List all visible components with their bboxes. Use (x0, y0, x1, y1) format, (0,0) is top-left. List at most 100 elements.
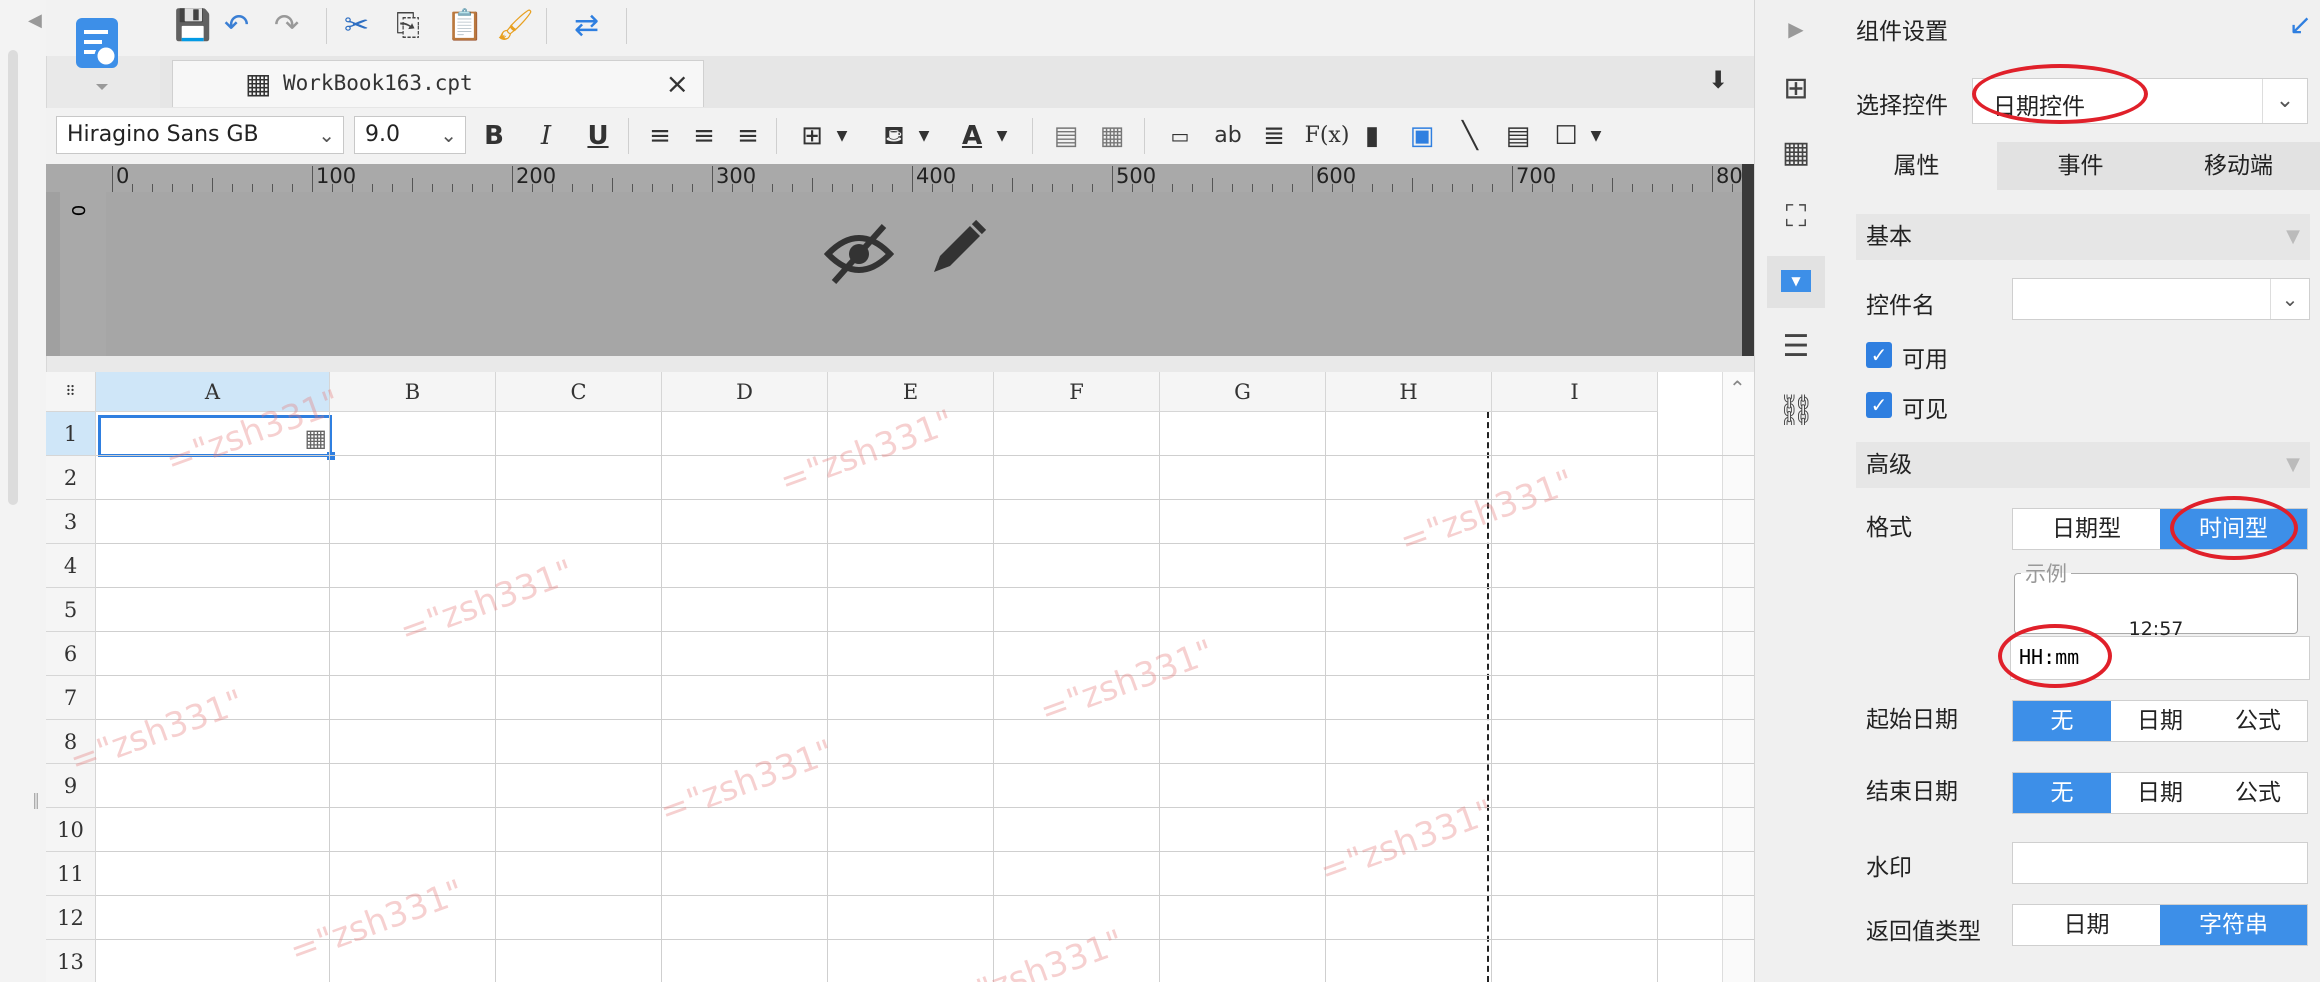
end-date-none[interactable]: 无 (2013, 773, 2111, 813)
start-date-date[interactable]: 日期 (2111, 701, 2209, 741)
text-field-icon[interactable]: ▭ (1160, 116, 1200, 156)
end-date-formula[interactable]: 公式 (2209, 773, 2307, 813)
condition-icon[interactable]: ☰ (1773, 324, 1819, 370)
align-left-icon[interactable]: ≡ (640, 116, 680, 156)
section-advanced[interactable]: 高级 ▼ (1856, 442, 2310, 488)
hidden-eye-icon[interactable] (823, 222, 895, 300)
ruler-label: 500 (1116, 164, 1157, 188)
row-header[interactable]: 9 (46, 764, 96, 808)
row-header[interactable]: 5 (46, 588, 96, 632)
report-header-area[interactable] (106, 192, 1754, 356)
chevron-down-icon[interactable]: ⌄ (2270, 279, 2309, 319)
chevron-down-icon[interactable]: ▼ (904, 116, 944, 156)
return-type-date[interactable]: 日期 (2013, 905, 2160, 945)
row-header[interactable]: 1 (46, 412, 96, 456)
pin-panel-icon[interactable]: ↙ (2289, 8, 2312, 41)
format-date-option[interactable]: 日期型 (2013, 509, 2160, 549)
copy-icon[interactable]: ⎘ (396, 6, 420, 46)
return-type-string[interactable]: 字符串 (2160, 905, 2307, 945)
paste-icon[interactable]: 📋 (446, 6, 483, 46)
left-scrollbar[interactable] (8, 50, 18, 505)
unmerge-cells-icon[interactable]: ▦ (1092, 116, 1132, 156)
expand-right-icon[interactable]: ▶ (1773, 6, 1819, 52)
column-header[interactable]: G (1160, 372, 1326, 412)
file-tab[interactable]: ▦ WorkBook163.cpt × (172, 60, 704, 107)
chevron-down-icon[interactable]: ▼ (982, 116, 1022, 156)
row-header[interactable]: 4 (46, 544, 96, 588)
column-header[interactable]: E (828, 372, 994, 412)
format-painter-icon[interactable]: 🖌 (496, 6, 534, 46)
select-all-corner[interactable]: ⠿ (46, 372, 96, 412)
bold-button[interactable]: B (474, 116, 514, 156)
row-header[interactable]: 12 (46, 896, 96, 940)
subreport-icon[interactable]: ▤ (1498, 116, 1538, 156)
format-time-option[interactable]: 时间型 (2160, 509, 2307, 549)
image-icon[interactable]: ▣ (1402, 116, 1442, 156)
tab-mobile[interactable]: 移动端 (2158, 142, 2319, 190)
align-center-icon[interactable]: ≡ (684, 116, 724, 156)
row-header[interactable]: 3 (46, 500, 96, 544)
control-name-input[interactable]: ⌄ (2012, 278, 2310, 320)
merge-cells-icon[interactable]: ▤ (1046, 116, 1086, 156)
enabled-checkbox[interactable]: ✓ (1866, 342, 1892, 368)
float-element-icon[interactable]: ⛶ (1773, 194, 1819, 240)
row-header[interactable]: 7 (46, 676, 96, 720)
row-header[interactable]: 11 (46, 852, 96, 896)
slash-icon[interactable]: ╲ (1450, 116, 1490, 156)
tab-events[interactable]: 事件 (2000, 142, 2161, 190)
underline-button[interactable]: U (578, 116, 618, 156)
tab-properties[interactable]: 属性 (1836, 142, 1997, 190)
save-icon[interactable]: 💾 (174, 6, 211, 46)
report-designer-icon[interactable] (72, 14, 130, 90)
align-right-icon[interactable]: ≡ (728, 116, 768, 156)
font-family-select[interactable]: Hiragino Sans GB ⌄ (56, 116, 344, 154)
watermark-input[interactable] (2012, 842, 2308, 884)
format-pattern-input[interactable]: HH:mm (2010, 636, 2310, 680)
start-date-formula[interactable]: 公式 (2209, 701, 2307, 741)
cell-element-icon[interactable]: ▦ (1773, 130, 1819, 176)
ruler-tick (212, 178, 213, 192)
chevron-down-icon[interactable]: ▼ (822, 116, 862, 156)
row-header[interactable]: 10 (46, 808, 96, 852)
tab-list-dropdown-icon[interactable]: ⬇ (1708, 66, 1728, 94)
widget-settings-tab[interactable]: ▼ (1767, 256, 1825, 308)
font-size-select[interactable]: 9.0 ⌄ (354, 116, 466, 154)
column-header[interactable]: H (1326, 372, 1492, 412)
column-header[interactable]: F (994, 372, 1160, 412)
text-style-button[interactable]: ab (1208, 116, 1248, 156)
swap-icon[interactable]: ⇄ (574, 6, 599, 46)
formula-button[interactable]: F(x) (1302, 116, 1352, 156)
grid-vertical-scrollbar[interactable]: ⌃ (1722, 372, 1754, 982)
paragraph-icon[interactable]: ≣ (1254, 116, 1294, 156)
row-header[interactable]: 6 (46, 632, 96, 676)
italic-button[interactable]: I (526, 116, 566, 156)
row-header[interactable]: 8 (46, 720, 96, 764)
column-header[interactable]: A (96, 372, 330, 412)
resize-grip-icon[interactable]: ‖ (32, 790, 40, 809)
edit-pencil-icon[interactable] (926, 216, 990, 295)
row-header[interactable]: 2 (46, 456, 96, 500)
chart-icon[interactable]: ▮ (1352, 116, 1392, 156)
scroll-up-icon[interactable]: ⌃ (1729, 376, 1746, 400)
redo-icon[interactable]: ↷ (274, 6, 299, 46)
column-header[interactable]: I (1492, 372, 1658, 412)
column-header[interactable]: C (496, 372, 662, 412)
cell-attr-icon[interactable]: ⊞ (1773, 66, 1819, 112)
cut-icon[interactable]: ✂ (344, 6, 369, 46)
column-header[interactable]: B (330, 372, 496, 412)
close-tab-icon[interactable]: × (666, 67, 689, 100)
collapse-left-icon[interactable]: ◀ (28, 10, 42, 31)
start-date-none[interactable]: 无 (2013, 701, 2111, 741)
select-control-dropdown[interactable]: 日期控件 ⌄ (1972, 78, 2308, 124)
row-header[interactable]: 13 (46, 940, 96, 982)
section-basic[interactable]: 基本 ▼ (1856, 214, 2310, 260)
end-date-date[interactable]: 日期 (2111, 773, 2209, 813)
spreadsheet-grid[interactable]: ⠿ ▦ ⌃ A B C D E F G H I 1 2 3 4 5 6 7 8 9 10 11 12 13 ="zsh331… (46, 372, 1754, 982)
selected-cell-a1[interactable]: ▦ (98, 415, 335, 460)
chevron-down-icon[interactable]: ▼ (1576, 116, 1616, 156)
hyperlink-icon[interactable]: ⛓ (1773, 388, 1819, 434)
undo-icon[interactable]: ↶ (224, 6, 249, 46)
chevron-down-icon[interactable]: ⌄ (2262, 79, 2307, 123)
visible-checkbox[interactable]: ✓ (1866, 392, 1892, 418)
column-header[interactable]: D (662, 372, 828, 412)
